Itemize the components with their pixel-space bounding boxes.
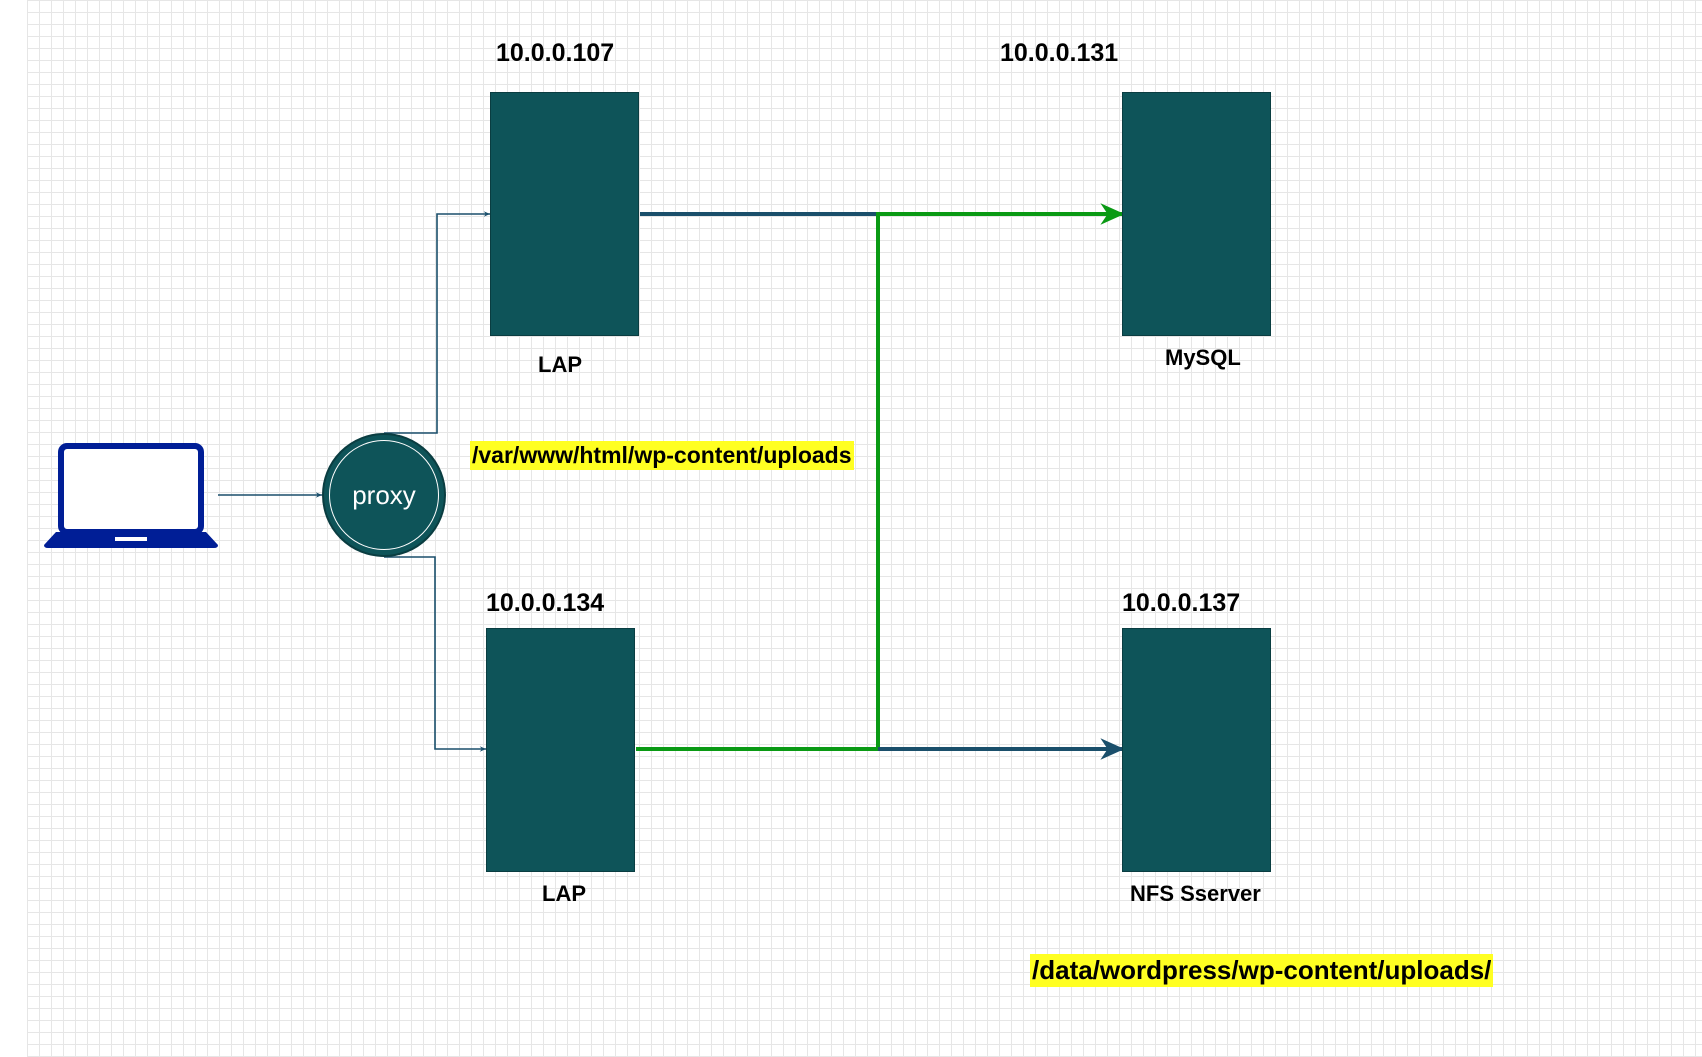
web-uploads-path-note: /var/www/html/wp-content/uploads (470, 441, 854, 470)
diagram-canvas: proxy 10.0.0.107 LAP 10.0.0.134 LAP 10.0… (0, 0, 1702, 1057)
link-proxy-lap-bottom (384, 556, 486, 752)
nfs-uploads-path-note: /data/wordpress/wp-content/uploads/ (1030, 954, 1494, 987)
lap-bottom-label: LAP (542, 881, 586, 906)
laptop-icon (44, 443, 218, 548)
proxy-label: proxy (352, 479, 416, 510)
lap-bottom-server (486, 628, 635, 872)
link-proxy-lap-top (384, 211, 490, 434)
mysql-label: MySQL (1165, 345, 1241, 370)
lap-top-server (490, 92, 639, 336)
lap-top-label: LAP (538, 352, 582, 377)
proxy-node-ring: proxy (329, 440, 439, 550)
nfs-label: NFS Sserver (1130, 881, 1261, 906)
mysql-ip: 10.0.0.131 (1000, 39, 1119, 67)
mysql-server (1122, 92, 1271, 336)
lap-bottom-ip: 10.0.0.134 (486, 589, 605, 617)
nfs-server (1122, 628, 1271, 872)
connector-layer (218, 203, 1125, 760)
nfs-ip: 10.0.0.137 (1122, 589, 1241, 617)
lap-top-ip: 10.0.0.107 (496, 39, 615, 67)
proxy-node: proxy (322, 433, 446, 557)
